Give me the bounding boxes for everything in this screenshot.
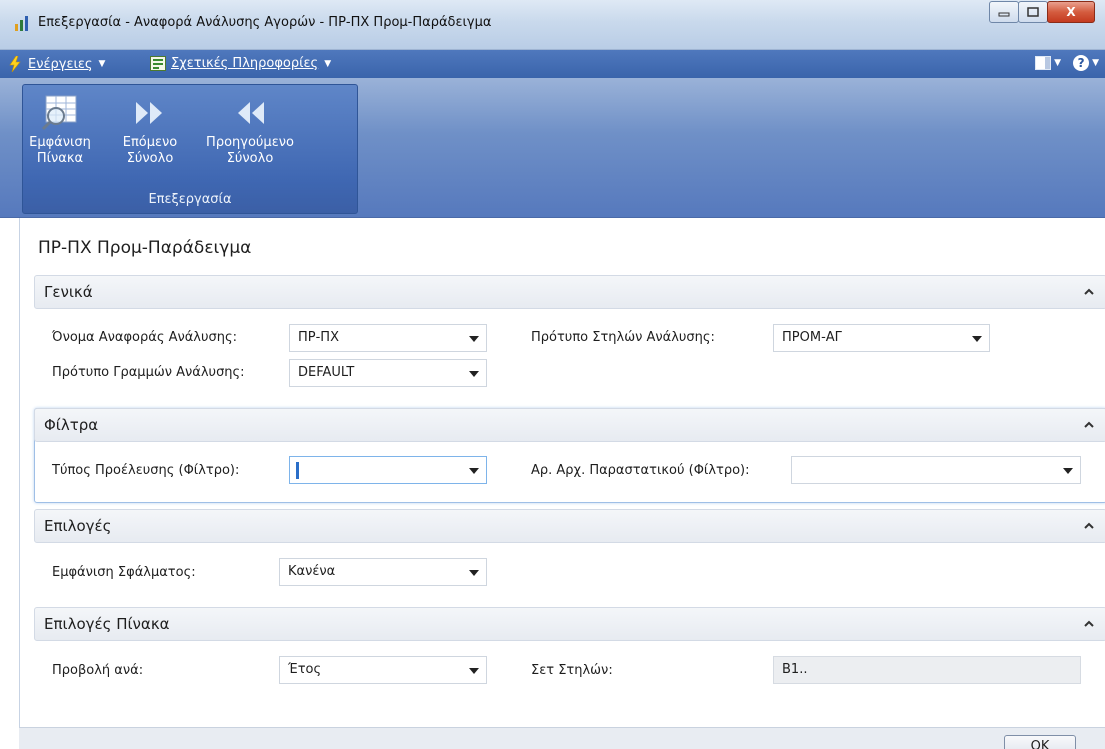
chevron-up-icon[interactable] bbox=[1082, 519, 1096, 533]
command-bar: Ενέργειες ▼ Σχετικές Πληροφορίες ▼ ▼ ? ▼ bbox=[0, 50, 1105, 78]
dropdown-arrow-icon[interactable] bbox=[469, 371, 479, 377]
close-button[interactable]: X bbox=[1047, 1, 1095, 23]
layout-icon bbox=[1035, 56, 1052, 70]
related-info-menu[interactable]: Σχετικές Πληροφορίες ▼ bbox=[150, 56, 331, 71]
show-matrix-label-2: Πίνακα bbox=[36, 151, 84, 166]
column-template-label: Πρότυπο Στηλών Ανάλυσης: bbox=[531, 330, 715, 345]
dropdown-arrow-icon[interactable] bbox=[469, 668, 479, 674]
window-title-bar: Επεξεργασία - Αναφορά Ανάλυσης Αγορών - … bbox=[0, 0, 1105, 50]
analysis-view-dropdown[interactable]: ΠΡ-ΠΧ bbox=[289, 324, 487, 352]
show-error-label: Εμφάνιση Σφάλματος: bbox=[52, 565, 196, 580]
column-set-value: B1.. bbox=[782, 662, 808, 677]
minimize-button[interactable] bbox=[989, 1, 1019, 23]
show-error-dropdown[interactable]: Κανένα bbox=[279, 558, 487, 586]
ok-button[interactable]: OK bbox=[1004, 735, 1076, 749]
line-template-label: Πρότυπο Γραμμών Ανάλυσης: bbox=[52, 365, 245, 380]
document-no-filter-label: Αρ. Αρχ. Παραστατικού (Φίλτρο): bbox=[531, 463, 750, 478]
next-set-icon bbox=[136, 102, 162, 124]
section-title-filters: Φίλτρα bbox=[44, 416, 99, 434]
left-border bbox=[0, 218, 19, 749]
view-by-value: Έτος bbox=[288, 662, 322, 677]
chevron-down-icon: ▼ bbox=[1092, 58, 1099, 68]
ribbon-group-name: Επεξεργασία bbox=[148, 192, 232, 207]
chevron-down-icon: ▼ bbox=[98, 59, 106, 69]
text-cursor bbox=[296, 462, 299, 479]
chevron-up-icon[interactable] bbox=[1082, 418, 1096, 432]
help-menu-button[interactable]: ? ▼ bbox=[1073, 55, 1099, 71]
dropdown-arrow-icon[interactable] bbox=[469, 336, 479, 342]
minimize-icon bbox=[998, 12, 1010, 17]
source-type-filter-input[interactable] bbox=[289, 456, 487, 484]
document-no-filter-input[interactable] bbox=[791, 456, 1081, 484]
chevron-down-icon: ▼ bbox=[1054, 58, 1062, 68]
section-header-options[interactable]: Επιλογές bbox=[34, 509, 1105, 543]
source-type-filter-label: Τύπος Προέλευσης (Φίλτρο): bbox=[52, 463, 240, 478]
lightning-icon bbox=[9, 56, 21, 72]
show-matrix-button[interactable]: Εμφάνιση Πίνακα bbox=[15, 91, 105, 167]
show-error-value: Κανένα bbox=[288, 564, 336, 579]
column-set-label: Σετ Στηλών: bbox=[531, 663, 613, 678]
section-title-matrix-options: Επιλογές Πίνακα bbox=[44, 615, 170, 633]
column-template-value: ΠΡΟΜ-ΑΓ bbox=[782, 330, 842, 345]
layout-menu-button[interactable]: ▼ bbox=[1035, 56, 1061, 70]
section-header-general[interactable]: Γενικά bbox=[34, 275, 1105, 309]
chevron-down-icon: ▼ bbox=[324, 58, 332, 69]
next-set-button[interactable]: Επόμενο Σύνολο bbox=[105, 91, 195, 167]
page-title: ΠΡ-ΠΧ Προμ-Παράδειγμα bbox=[38, 238, 252, 258]
previous-set-button[interactable]: Προηγούμενο Σύνολο bbox=[205, 91, 295, 167]
section-title-options: Επιλογές bbox=[44, 517, 112, 535]
actions-menu-label: Ενέργειες bbox=[28, 56, 93, 72]
previous-set-label-2: Σύνολο bbox=[226, 151, 274, 166]
analysis-view-value: ΠΡ-ΠΧ bbox=[298, 330, 339, 345]
column-template-dropdown[interactable]: ΠΡΟΜ-ΑΓ bbox=[773, 324, 990, 352]
maximize-button[interactable] bbox=[1018, 1, 1048, 23]
section-header-matrix-options[interactable]: Επιλογές Πίνακα bbox=[34, 607, 1105, 641]
dropdown-arrow-icon[interactable] bbox=[469, 570, 479, 576]
line-template-value: DEFAULT bbox=[298, 365, 355, 380]
related-info-icon bbox=[150, 56, 166, 71]
next-set-label-2: Σύνολο bbox=[126, 151, 174, 166]
next-set-label-1: Επόμενο bbox=[122, 135, 178, 150]
view-by-dropdown[interactable]: Έτος bbox=[279, 656, 487, 684]
help-icon: ? bbox=[1073, 55, 1090, 71]
show-matrix-label-1: Εμφάνιση bbox=[29, 135, 91, 150]
section-title-general: Γενικά bbox=[44, 283, 93, 301]
previous-set-icon bbox=[238, 102, 264, 124]
analysis-view-label: Όνομα Αναφοράς Ανάλυσης: bbox=[52, 330, 238, 345]
dropdown-arrow-icon[interactable] bbox=[469, 468, 479, 474]
actions-menu[interactable]: Ενέργειες ▼ bbox=[8, 56, 105, 72]
line-template-dropdown[interactable]: DEFAULT bbox=[289, 359, 487, 387]
ribbon: Εμφάνιση Πίνακα Επόμενο Σύνολο Προηγούμε… bbox=[0, 78, 1105, 218]
dropdown-arrow-icon[interactable] bbox=[972, 336, 982, 342]
related-info-menu-label: Σχετικές Πληροφορίες bbox=[171, 56, 319, 71]
section-header-filters[interactable]: Φίλτρα bbox=[34, 408, 1105, 442]
chevron-up-icon[interactable] bbox=[1082, 617, 1096, 631]
footer-bar bbox=[19, 727, 1105, 749]
show-matrix-icon bbox=[41, 95, 77, 131]
chevron-up-icon[interactable] bbox=[1082, 285, 1096, 299]
window-title: Επεξεργασία - Αναφορά Ανάλυσης Αγορών - … bbox=[38, 15, 492, 30]
view-by-label: Προβολή ανά: bbox=[52, 663, 144, 678]
ribbon-group-process: Εμφάνιση Πίνακα Επόμενο Σύνολο Προηγούμε… bbox=[22, 84, 358, 214]
dropdown-arrow-icon[interactable] bbox=[1063, 468, 1073, 474]
page-content: ΠΡ-ΠΧ Προμ-Παράδειγμα Γενικά Όνομα Αναφο… bbox=[19, 218, 1105, 749]
previous-set-label-1: Προηγούμενο bbox=[206, 135, 294, 150]
close-icon: X bbox=[1066, 5, 1076, 19]
maximize-icon bbox=[1027, 7, 1039, 17]
app-logo-icon bbox=[15, 16, 28, 31]
column-set-field: B1.. bbox=[773, 656, 1081, 684]
